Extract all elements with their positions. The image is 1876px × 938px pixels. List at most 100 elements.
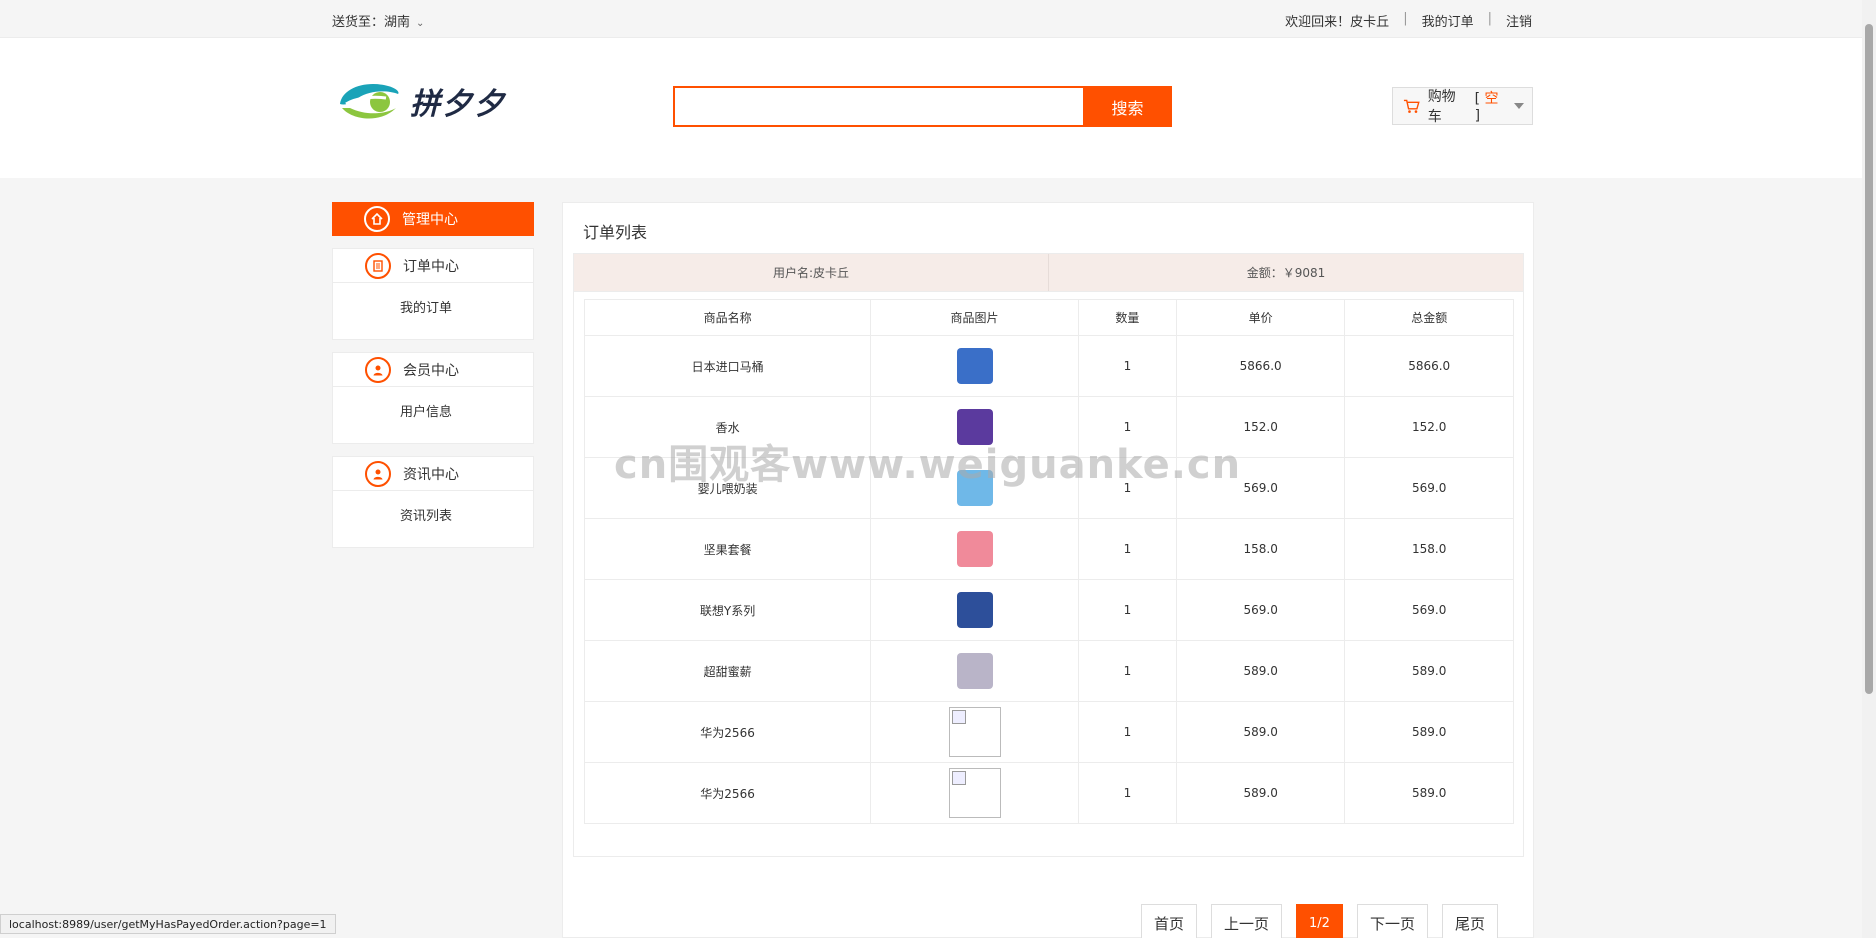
- unit-price: 589.0: [1175, 762, 1346, 824]
- order-list-icon: [365, 252, 391, 279]
- product-image-cell: [870, 701, 1079, 763]
- user-icon: [365, 356, 391, 383]
- sidebar-item-member-center[interactable]: 会员中心: [333, 353, 533, 387]
- product-name: 华为2566: [583, 701, 872, 763]
- page-title: 订单列表: [583, 223, 648, 242]
- order-table: 商品名称 商品图片 数量 单价 总金额 日本进口马桶 1 5866.0 5866.0 香…: [583, 299, 1514, 824]
- next-page-button[interactable]: 下一页: [1356, 904, 1428, 938]
- prev-page-button[interactable]: 上一页: [1211, 904, 1283, 938]
- sidebar-item-label: 会员中心: [403, 362, 459, 379]
- product-name: 联想Y系列: [583, 579, 872, 641]
- sidebar-item-label: 订单中心: [403, 258, 459, 275]
- username-label: 用户名:皮卡丘: [574, 254, 1049, 291]
- total-amount: 158.0: [1344, 518, 1514, 580]
- user-icon: [365, 460, 391, 487]
- total-amount: 589.0: [1344, 640, 1514, 702]
- unit-price: 569.0: [1175, 579, 1346, 641]
- current-page[interactable]: 1/2: [1296, 904, 1343, 938]
- logo[interactable]: 拼夕夕: [336, 78, 506, 124]
- quantity: 1: [1077, 518, 1177, 580]
- pack-icon[interactable]: [950, 646, 1000, 696]
- logout-link[interactable]: 注销: [1506, 11, 1532, 30]
- product-name: 华为2566: [583, 762, 872, 824]
- cart-empty-text: 空: [1484, 91, 1499, 107]
- column-header: 数量: [1077, 299, 1177, 336]
- product-image-cell: [870, 518, 1079, 580]
- column-header: 商品名称: [583, 299, 872, 336]
- broken-image-icon[interactable]: [948, 768, 1001, 818]
- unit-price: 589.0: [1175, 640, 1346, 702]
- cart-button[interactable]: 购物车 [ 空 ]: [1392, 87, 1533, 125]
- table-row: 联想Y系列 1 569.0 569.0: [583, 579, 1514, 641]
- order-summary: 用户名:皮卡丘 金额：￥9081: [574, 254, 1523, 292]
- sidebar-item-label: 管理中心: [402, 212, 458, 228]
- product-name: 日本进口马桶: [583, 335, 872, 397]
- chevron-down-icon[interactable]: ⌄: [416, 18, 424, 29]
- product-thumbnail: [956, 348, 993, 384]
- ship-to-region[interactable]: 湖南: [384, 15, 410, 30]
- column-header: 总金额: [1344, 299, 1514, 336]
- product-name: 超甜蜜薪: [583, 640, 872, 702]
- product-image-cell: [870, 640, 1079, 702]
- ship-to[interactable]: 送货至：湖南 ⌄: [332, 11, 424, 30]
- table-row: 日本进口马桶 1 5866.0 5866.0: [583, 335, 1514, 397]
- logo-icon: [340, 84, 399, 119]
- quantity: 1: [1077, 701, 1177, 763]
- product-image-cell: [870, 335, 1079, 397]
- unit-price: 589.0: [1175, 701, 1346, 763]
- sidebar: 管理中心 订单中心 我的订单 会员中心 用户信息 资讯中心 资讯列表: [332, 202, 534, 548]
- sidebar-group-news: 资讯中心 资讯列表: [332, 456, 534, 548]
- amount-label: 金额：￥9081: [1246, 266, 1326, 280]
- unit-price: 158.0: [1175, 518, 1346, 580]
- search-input[interactable]: [673, 86, 1083, 127]
- last-page-button[interactable]: 尾页: [1441, 904, 1498, 938]
- column-header: 单价: [1175, 299, 1346, 336]
- first-page-button[interactable]: 首页: [1141, 904, 1198, 938]
- product-box-icon[interactable]: [950, 341, 1000, 391]
- sidebar-link-user-info[interactable]: 用户信息: [333, 387, 533, 443]
- sidebar-link-news-list[interactable]: 资讯列表: [333, 491, 533, 547]
- cart-bracket-close: ]: [1474, 108, 1481, 124]
- header: 拼夕夕 搜索 购物车 [ 空 ]: [0, 38, 1862, 178]
- caret-down-icon: [1514, 103, 1524, 109]
- sidebar-link-my-orders[interactable]: 我的订单: [333, 283, 533, 339]
- image-placeholder-icon: [951, 771, 966, 785]
- scrollbar-thumb[interactable]: [1865, 24, 1873, 694]
- page-scrollbar[interactable]: [1862, 0, 1876, 938]
- brand-name: 拼夕夕: [410, 87, 506, 122]
- quantity: 1: [1077, 579, 1177, 641]
- order-panel: 订单列表 用户名:皮卡丘 金额：￥9081 商品名称 商品图片 数量 单价 总金…: [562, 202, 1534, 938]
- quantity: 1: [1077, 335, 1177, 397]
- total-amount: 152.0: [1344, 396, 1514, 458]
- total-amount: 589.0: [1344, 701, 1514, 763]
- sidebar-group-members: 会员中心 用户信息: [332, 352, 534, 444]
- product-image-cell: [870, 579, 1079, 641]
- sidebar-item-news-center[interactable]: 资讯中心: [333, 457, 533, 491]
- product-thumbnail: [956, 531, 993, 567]
- sidebar-item-order-center[interactable]: 订单中心: [333, 249, 533, 283]
- table-row: 华为2566 1 589.0 589.0: [583, 762, 1514, 824]
- snack-pack-icon[interactable]: [950, 585, 1000, 635]
- table-row: 华为2566 1 589.0 589.0: [583, 701, 1514, 763]
- cart-bracket-open: [: [1474, 91, 1481, 107]
- broken-image-icon[interactable]: [948, 707, 1001, 757]
- total-amount: 5866.0: [1344, 335, 1514, 397]
- table-row: 坚果套餐 1 158.0 158.0: [583, 518, 1514, 580]
- browser-status-url: localhost:8989/user/getMyHasPayedOrder.a…: [0, 914, 336, 934]
- unit-price: 5866.0: [1175, 335, 1346, 397]
- product-name: 坚果套餐: [583, 518, 872, 580]
- quantity: 1: [1077, 762, 1177, 824]
- table-header-row: 商品名称 商品图片 数量 单价 总金额: [583, 299, 1514, 336]
- ship-to-label: 送货至：: [332, 15, 385, 30]
- separator: |: [1487, 11, 1492, 26]
- cart-label: 购物车: [1427, 89, 1456, 125]
- top-bar: 送货至：湖南 ⌄ 欢迎回来！皮卡丘 | 我的订单 | 注销: [0, 0, 1862, 38]
- image-placeholder-icon: [951, 710, 966, 724]
- sidebar-item-admin-center[interactable]: 管理中心: [332, 202, 534, 236]
- bottle-icon[interactable]: [950, 524, 1000, 574]
- pagination: 首页 上一页 1/2 下一页 尾页: [1141, 904, 1498, 938]
- my-orders-link[interactable]: 我的订单: [1422, 11, 1474, 30]
- product-image-cell: [870, 762, 1079, 824]
- search-button[interactable]: 搜索: [1083, 86, 1172, 127]
- product-thumbnail: [956, 592, 993, 628]
